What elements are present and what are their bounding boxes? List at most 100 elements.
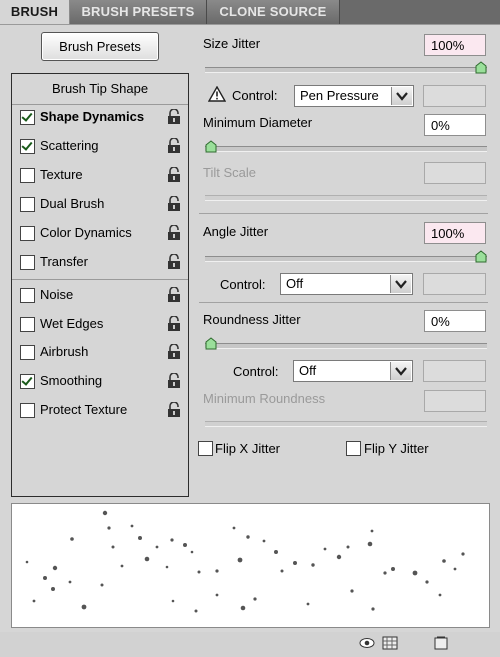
list-item-smoothing[interactable]: Smoothing [12, 368, 188, 396]
roundness-jitter-slider[interactable] [205, 343, 487, 349]
checkbox[interactable] [20, 110, 35, 125]
minimum-roundness-slider [205, 421, 487, 427]
lock-icon[interactable] [167, 138, 181, 154]
list-item-label: Dual Brush [40, 196, 105, 211]
list-item-label: Airbrush [40, 344, 89, 359]
separator [199, 213, 488, 214]
lock-icon[interactable] [167, 167, 181, 183]
roundness-jitter-field[interactable]: 0% [424, 310, 486, 332]
checkbox[interactable] [20, 345, 35, 360]
size-jitter-field[interactable]: 100% [424, 34, 486, 56]
list-item-label: Scattering [40, 138, 99, 153]
size-jitter-slider-thumb[interactable] [475, 61, 487, 74]
tab-underline [0, 24, 500, 25]
list-item-texture[interactable]: Texture [12, 162, 188, 190]
minimum-roundness-label: Minimum Roundness [203, 391, 326, 406]
checkbox[interactable] [20, 168, 35, 183]
lock-icon[interactable] [167, 254, 181, 270]
flip-x-checkbox[interactable] [198, 441, 213, 456]
list-item-noise[interactable]: Noise [12, 282, 188, 310]
tab-brush-presets[interactable]: BRUSH PRESETS [70, 0, 207, 24]
brush-tip-shape-item[interactable]: Brush Tip Shape [12, 74, 188, 104]
list-item-label: Texture [40, 167, 83, 182]
roundness-control-select-value: Off [299, 363, 317, 378]
checkbox[interactable] [20, 288, 35, 303]
size-jitter-label: Size Jitter [203, 36, 261, 51]
list-item-label: Color Dynamics [40, 225, 132, 240]
tilt-scale-label: Tilt Scale [203, 165, 256, 180]
brush-options-list: Brush Tip Shape Shape Dynamics Scatterin… [11, 73, 189, 497]
angle-jitter-slider[interactable] [205, 256, 487, 262]
angle-control-select[interactable]: Off [280, 273, 413, 295]
list-item-airbrush[interactable]: Airbrush [12, 339, 188, 367]
list-item-transfer[interactable]: Transfer [12, 249, 188, 277]
list-item-protect-texture[interactable]: Protect Texture [12, 397, 188, 425]
tab-brush[interactable]: BRUSH [0, 0, 70, 24]
tab-clone-source[interactable]: CLONE SOURCE [207, 0, 340, 24]
checkbox[interactable] [20, 226, 35, 241]
lock-icon[interactable] [167, 109, 181, 125]
tab-bar: BRUSH BRUSH PRESETS CLONE SOURCE [0, 0, 500, 24]
angle-jitter-label: Angle Jitter [203, 224, 269, 239]
lock-icon[interactable] [167, 402, 181, 418]
size-jitter-slider[interactable] [205, 67, 487, 73]
checkbox[interactable] [20, 374, 35, 389]
minimum-diameter-slider[interactable] [205, 146, 487, 152]
chevron-down-icon[interactable] [391, 87, 412, 105]
eye-icon[interactable] [359, 637, 375, 649]
separator [199, 302, 488, 303]
bottom-toolbar [0, 632, 500, 657]
minimum-diameter-field[interactable]: 0% [424, 114, 486, 136]
list-item-wet-edges[interactable]: Wet Edges [12, 311, 188, 339]
tilt-scale-slider [205, 195, 487, 201]
lock-icon[interactable] [167, 344, 181, 360]
lock-icon[interactable] [167, 287, 181, 303]
flip-y-checkbox[interactable] [346, 441, 361, 456]
list-item-label: Transfer [40, 254, 88, 269]
roundness-control-select[interactable]: Off [293, 360, 413, 382]
angle-control-select-value: Off [286, 276, 304, 291]
lock-icon[interactable] [167, 196, 181, 212]
control-extra-field [423, 85, 486, 107]
lock-icon[interactable] [167, 225, 181, 241]
control-label: Control: [220, 277, 266, 292]
list-item-color-dynamics[interactable]: Color Dynamics [12, 220, 188, 248]
flip-y-label: Flip Y Jitter [364, 441, 429, 456]
checkbox[interactable] [20, 403, 35, 418]
list-item-label: Shape Dynamics [40, 109, 145, 124]
minimum-diameter-label: Minimum Diameter [203, 115, 313, 130]
brush-stroke-preview [11, 503, 490, 628]
lock-icon[interactable] [167, 373, 181, 389]
list-item-shape-dynamics[interactable]: Shape Dynamics [12, 104, 188, 132]
checkbox[interactable] [20, 255, 35, 270]
angle-jitter-field[interactable]: 100% [424, 222, 486, 244]
warning-icon [208, 86, 226, 102]
angle-control-extra-field [423, 273, 486, 295]
list-item-scattering[interactable]: Scattering [12, 133, 188, 161]
brush-preview-canvas [25, 510, 465, 613]
checkbox[interactable] [20, 317, 35, 332]
roundness-jitter-slider-thumb[interactable] [205, 337, 217, 350]
roundness-control-extra-field [423, 360, 486, 382]
angle-jitter-slider-thumb[interactable] [475, 250, 487, 263]
list-item-label: Noise [40, 287, 74, 302]
list-item-label: Protect Texture [40, 402, 128, 417]
minimum-diameter-slider-thumb[interactable] [205, 140, 217, 153]
checkbox[interactable] [20, 197, 35, 212]
flip-x-label: Flip X Jitter [215, 441, 281, 456]
control-select[interactable]: Pen Pressure [294, 85, 414, 107]
chevron-down-icon[interactable] [390, 362, 411, 380]
new-preset-icon[interactable] [433, 636, 449, 650]
tilt-scale-field [424, 162, 486, 184]
grid-icon[interactable] [382, 636, 398, 650]
list-item-dual-brush[interactable]: Dual Brush [12, 191, 188, 219]
lock-icon[interactable] [167, 316, 181, 332]
control-select-value: Pen Pressure [300, 88, 379, 103]
brush-presets-button[interactable]: Brush Presets [41, 32, 159, 61]
chevron-down-icon[interactable] [390, 275, 411, 293]
checkbox[interactable] [20, 139, 35, 154]
list-item-label: Smoothing [40, 373, 103, 388]
list-divider [12, 279, 188, 280]
control-label: Control: [232, 88, 278, 103]
list-item-label: Wet Edges [40, 316, 104, 331]
